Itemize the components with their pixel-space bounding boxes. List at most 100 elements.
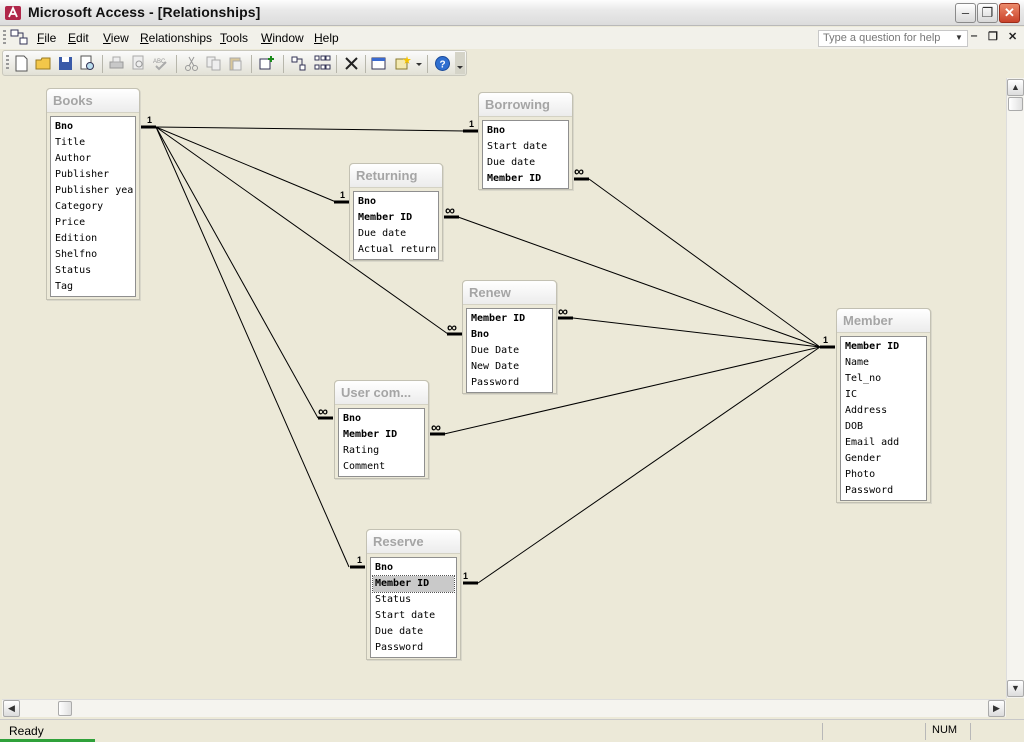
cut-icon[interactable]	[183, 55, 200, 72]
field-item[interactable]: Due date	[356, 226, 436, 242]
field-item[interactable]: Category	[53, 199, 133, 215]
table-borrowing[interactable]: Borrowing Bno Start date Due date Member…	[478, 92, 573, 190]
table-title[interactable]: Renew	[463, 281, 556, 305]
help-icon[interactable]: ?	[434, 55, 451, 72]
field-list[interactable]: Bno Member ID Status Start date Due date…	[370, 557, 457, 658]
field-item[interactable]: Edition	[53, 231, 133, 247]
field-list[interactable]: Member ID Bno Due Date New Date Password	[466, 308, 553, 393]
field-item[interactable]: Photo	[843, 467, 924, 483]
field-item-selected[interactable]: Member ID	[372, 575, 455, 593]
menu-edit[interactable]: Edit	[68, 31, 89, 45]
horizontal-scroll-thumb[interactable]	[58, 701, 72, 716]
menu-help[interactable]: Help	[314, 31, 339, 45]
close-button[interactable]: ✕	[999, 3, 1020, 23]
field-item[interactable]: Member ID	[356, 210, 436, 226]
field-item[interactable]: Publisher year	[53, 183, 133, 199]
field-item[interactable]: Tel_no	[843, 371, 924, 387]
print-preview-icon[interactable]	[130, 55, 147, 72]
table-title[interactable]: Reserve	[367, 530, 460, 554]
delete-icon[interactable]	[343, 55, 360, 72]
field-item[interactable]: Password	[469, 375, 550, 391]
field-item[interactable]: Bno	[373, 560, 454, 576]
database-window-icon[interactable]	[371, 55, 388, 72]
minimize-button[interactable]: ‒	[955, 3, 976, 23]
field-item[interactable]: Status	[53, 263, 133, 279]
field-item[interactable]: Start date	[373, 608, 454, 624]
table-books[interactable]: Books Bno Title Author Publisher Publish…	[46, 88, 140, 300]
show-all-relationships-icon[interactable]	[314, 55, 331, 72]
field-item[interactable]: Address	[843, 403, 924, 419]
print-icon[interactable]	[108, 55, 125, 72]
field-list[interactable]: Bno Member ID Rating Comment	[338, 408, 425, 477]
field-list[interactable]: Member ID Name Tel_no IC Address DOB Ema…	[840, 336, 927, 501]
table-title[interactable]: Returning	[350, 164, 442, 188]
field-list[interactable]: Bno Member ID Due date Actual return	[353, 191, 439, 260]
field-item[interactable]: Shelfno	[53, 247, 133, 263]
field-item[interactable]: Actual return	[356, 242, 436, 258]
field-item[interactable]: Due Date	[469, 343, 550, 359]
copy-icon[interactable]	[205, 55, 222, 72]
save-icon[interactable]	[57, 55, 74, 72]
field-list[interactable]: Bno Start date Due date Member ID	[482, 120, 569, 189]
menu-view[interactable]: View	[103, 31, 129, 45]
field-item[interactable]: Publisher	[53, 167, 133, 183]
field-item[interactable]: Email add	[843, 435, 924, 451]
menu-grip[interactable]	[3, 30, 6, 46]
field-item[interactable]: Member ID	[843, 339, 924, 355]
field-item[interactable]: Comment	[341, 459, 422, 475]
field-item[interactable]: Password	[843, 483, 924, 499]
field-item[interactable]: Name	[843, 355, 924, 371]
menu-tools[interactable]: Tools	[220, 31, 248, 45]
table-title[interactable]: User com...	[335, 381, 428, 405]
table-reserve[interactable]: Reserve Bno Member ID Status Start date …	[366, 529, 461, 660]
access-app-icon[interactable]	[4, 4, 22, 22]
field-item[interactable]: Due date	[373, 624, 454, 640]
help-search-input[interactable]: Type a question for help	[818, 30, 968, 47]
new-icon[interactable]	[13, 55, 30, 72]
vertical-scrollbar[interactable]: ▲ ▼	[1006, 78, 1024, 698]
horizontal-scrollbar[interactable]: ◀ ▶	[2, 699, 1006, 717]
paste-icon[interactable]	[227, 55, 244, 72]
vertical-scroll-thumb[interactable]	[1008, 97, 1023, 111]
table-title[interactable]: Books	[47, 89, 139, 113]
restore-button[interactable]: ❐	[977, 3, 998, 23]
field-item[interactable]: Title	[53, 135, 133, 151]
field-item[interactable]: Start date	[485, 139, 566, 155]
table-user-comment[interactable]: User com... Bno Member ID Rating Comment	[334, 380, 429, 479]
scroll-right-icon[interactable]: ▶	[988, 700, 1005, 717]
table-member[interactable]: Member Member ID Name Tel_no IC Address …	[836, 308, 931, 503]
menu-relationships[interactable]: Relationships	[140, 31, 212, 45]
field-item[interactable]: Member ID	[469, 311, 550, 327]
field-item[interactable]: Bno	[341, 411, 422, 427]
new-object-dropdown-icon[interactable]	[416, 63, 422, 69]
file-search-icon[interactable]	[79, 55, 96, 72]
field-item[interactable]: Author	[53, 151, 133, 167]
doc-close-icon[interactable]: ✕	[1008, 30, 1017, 43]
field-item[interactable]: Member ID	[485, 171, 566, 187]
field-item[interactable]: Status	[373, 592, 454, 608]
field-item[interactable]: IC	[843, 387, 924, 403]
field-item[interactable]: DOB	[843, 419, 924, 435]
field-item[interactable]: Password	[373, 640, 454, 656]
table-renew[interactable]: Renew Member ID Bno Due Date New Date Pa…	[462, 280, 557, 394]
field-item[interactable]: Gender	[843, 451, 924, 467]
field-item[interactable]: Due date	[485, 155, 566, 171]
scroll-up-icon[interactable]: ▲	[1007, 79, 1024, 96]
field-item[interactable]: Price	[53, 215, 133, 231]
show-direct-relationships-icon[interactable]	[290, 55, 307, 72]
help-dropdown-icon[interactable]: ▼	[955, 33, 963, 42]
menu-window[interactable]: Window	[261, 31, 304, 45]
toolbar-options-button[interactable]	[455, 52, 465, 74]
doc-restore-icon[interactable]: ❐	[988, 30, 998, 43]
field-item[interactable]: New Date	[469, 359, 550, 375]
scroll-down-icon[interactable]: ▼	[1007, 680, 1024, 697]
field-item[interactable]: Member ID	[341, 427, 422, 443]
menu-file[interactable]: File	[37, 31, 56, 45]
field-item[interactable]: Bno	[53, 119, 133, 135]
toolbar-grip[interactable]	[6, 55, 9, 71]
show-table-icon[interactable]	[259, 55, 276, 72]
field-item[interactable]: Bno	[485, 123, 566, 139]
field-item[interactable]: Tag	[53, 279, 133, 295]
table-returning[interactable]: Returning Bno Member ID Due date Actual …	[349, 163, 443, 261]
table-title[interactable]: Member	[837, 309, 930, 333]
